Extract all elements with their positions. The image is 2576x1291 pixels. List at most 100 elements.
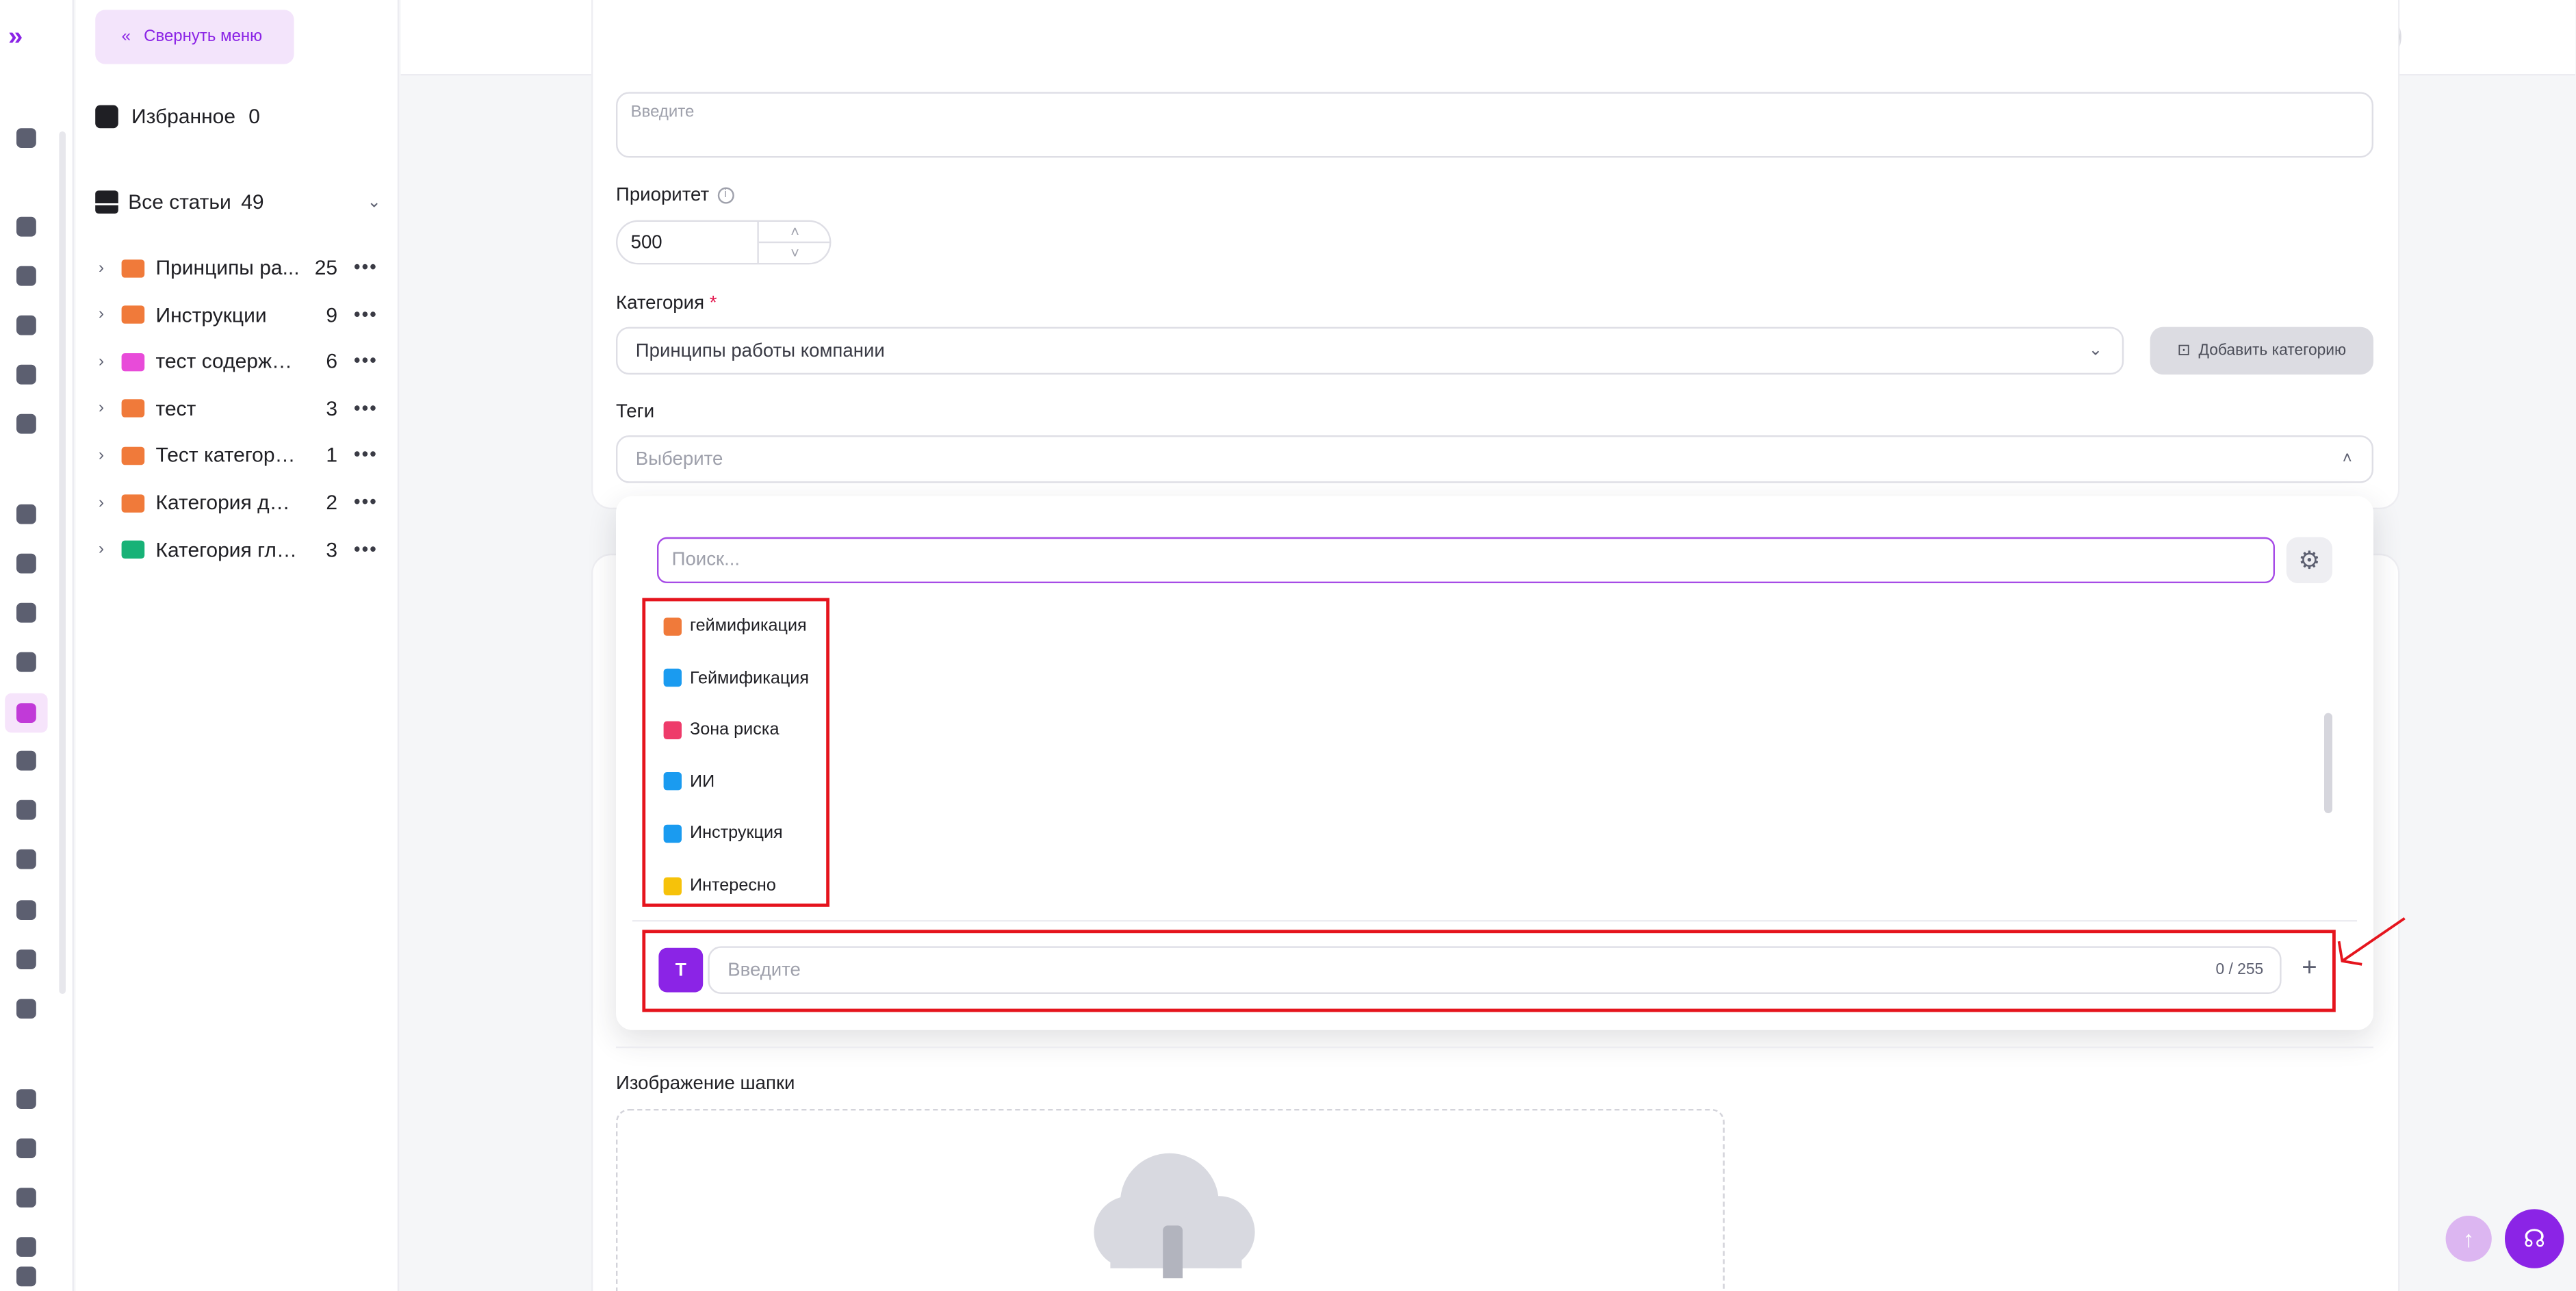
new-tag-color-avatar[interactable]: Т bbox=[658, 947, 704, 993]
folder-icon bbox=[122, 494, 144, 512]
tags-select[interactable]: Выберите ˄ bbox=[616, 435, 2374, 483]
sidebar-category-item[interactable]: › тест 3 ••• bbox=[99, 392, 378, 425]
folder-icon bbox=[122, 540, 144, 559]
sidebar-category-item[interactable]: › тест содержа... 6 ••• bbox=[99, 345, 378, 378]
all-articles-label: Все статьи bbox=[128, 190, 231, 214]
tags-dropdown: Поиск... ⚙ геймификация Геймификация Зона … bbox=[616, 496, 2374, 1030]
more-options-icon[interactable]: ••• bbox=[354, 258, 378, 278]
category-label: Категория гла... bbox=[155, 538, 300, 561]
tags-label: Теги bbox=[616, 402, 655, 422]
expand-menu-icon[interactable]: » bbox=[8, 23, 34, 53]
all-articles-count: 49 bbox=[241, 190, 264, 214]
info-icon[interactable]: i bbox=[717, 187, 734, 204]
more-options-icon[interactable]: ••• bbox=[354, 493, 378, 513]
chevron-down-icon[interactable]: ⌄ bbox=[368, 193, 381, 211]
favorites-item[interactable]: Избранное 0 bbox=[95, 105, 260, 129]
header-image-dropzone[interactable] bbox=[616, 1109, 1725, 1291]
all-articles-item[interactable]: Все статьи 49 ⌄ bbox=[95, 190, 381, 214]
shield-icon[interactable] bbox=[12, 1134, 41, 1163]
chevron-right-icon[interactable]: › bbox=[99, 541, 117, 559]
category-value: Принципы работы компании bbox=[635, 341, 885, 361]
chart-icon[interactable] bbox=[12, 212, 41, 242]
folder-icon bbox=[122, 353, 144, 371]
header-image-label: Изображение шапки bbox=[616, 1074, 795, 1095]
calendar-icon[interactable] bbox=[12, 311, 41, 340]
home-icon[interactable] bbox=[12, 123, 41, 153]
clipboard-icon[interactable] bbox=[12, 994, 41, 1023]
category-count: 9 bbox=[326, 303, 338, 327]
bookmark-box-icon bbox=[95, 105, 118, 129]
analytics-icon[interactable] bbox=[12, 409, 41, 439]
sidebar-category-item[interactable]: › Категория гла... 3 ••• bbox=[99, 533, 378, 566]
category-label: Инструкции bbox=[155, 303, 267, 327]
add-tag-plus-icon[interactable]: + bbox=[2296, 953, 2322, 986]
add-category-label: Добавить категорию bbox=[2198, 342, 2347, 360]
stepper-arrows[interactable]: ˄ ˅ bbox=[757, 222, 832, 263]
inbox-icon[interactable] bbox=[12, 895, 41, 925]
people-icon[interactable] bbox=[12, 1084, 41, 1114]
id-card-icon[interactable] bbox=[12, 1232, 41, 1262]
add-square-icon: ⊡ bbox=[2177, 342, 2191, 360]
chevron-right-icon[interactable]: › bbox=[99, 353, 117, 370]
chevron-right-icon[interactable]: › bbox=[99, 259, 117, 277]
add-category-button[interactable]: ⊡ Добавить категорию bbox=[2150, 327, 2374, 375]
category-label: Категория для... bbox=[155, 491, 300, 515]
chevron-right-icon[interactable]: › bbox=[99, 447, 117, 465]
required-mark: * bbox=[709, 294, 717, 314]
more-options-icon[interactable]: ••• bbox=[354, 399, 378, 419]
collapse-menu-button[interactable]: « Свернуть меню bbox=[95, 10, 294, 64]
scroll-top-button[interactable]: ↑ bbox=[2445, 1216, 2492, 1262]
support-headset-button[interactable]: ☊ bbox=[2505, 1209, 2564, 1268]
rail-scrollbar[interactable] bbox=[59, 131, 66, 994]
structure-icon[interactable] bbox=[12, 500, 41, 529]
more-options-icon[interactable]: ••• bbox=[354, 305, 378, 324]
trend-icon[interactable] bbox=[12, 746, 41, 776]
graduation-cap-icon[interactable] bbox=[12, 360, 41, 389]
char-counter: 0 / 255 bbox=[2215, 961, 2264, 980]
chevron-up-icon[interactable]: ˄ bbox=[759, 222, 832, 242]
more-options-icon[interactable]: ••• bbox=[354, 540, 378, 560]
sidebar-category-item[interactable]: › Тест категории... 1 ••• bbox=[99, 439, 378, 472]
more-options-icon[interactable]: ••• bbox=[354, 352, 378, 372]
schedule-icon[interactable] bbox=[12, 598, 41, 628]
chevron-right-icon[interactable]: › bbox=[99, 306, 117, 324]
collapse-menu-label: Свернуть меню bbox=[144, 27, 263, 47]
dropdown-scrollbar[interactable] bbox=[2324, 713, 2333, 813]
new-tag-input[interactable]: Введите 0 / 255 bbox=[708, 946, 2282, 994]
knowledge-base-icon[interactable] bbox=[5, 693, 48, 733]
tags-placeholder: Выберите bbox=[635, 449, 723, 470]
priority-label-row: Приоритет i bbox=[616, 186, 734, 205]
sidebar-category-item[interactable]: › Категория для... 2 ••• bbox=[99, 486, 378, 519]
favorites-count: 0 bbox=[248, 105, 260, 129]
icon-rail: » bbox=[0, 0, 75, 1291]
description-textarea[interactable]: Введите bbox=[616, 92, 2374, 158]
chevron-down-icon[interactable]: ˅ bbox=[758, 241, 832, 263]
tasks-icon[interactable] bbox=[12, 648, 41, 677]
category-select[interactable]: Принципы работы компании ⌄ bbox=[616, 327, 2124, 375]
annotation-arrow-icon bbox=[2337, 917, 2406, 966]
team-icon[interactable] bbox=[12, 549, 41, 578]
chevron-down-icon: ⌄ bbox=[2088, 342, 2102, 360]
more-options-icon[interactable]: ••• bbox=[354, 446, 378, 465]
sidebar-category-item[interactable]: › Инструкции 9 ••• bbox=[99, 298, 378, 331]
chevron-right-icon[interactable]: › bbox=[99, 494, 117, 511]
chevron-right-icon[interactable]: › bbox=[99, 400, 117, 418]
sliders-icon[interactable] bbox=[12, 1262, 41, 1291]
priority-stepper[interactable]: 500 ˄ ˅ bbox=[616, 220, 832, 265]
list-icon[interactable] bbox=[12, 261, 41, 291]
new-tag-placeholder: Введите bbox=[727, 960, 801, 980]
category-count: 1 bbox=[326, 444, 338, 468]
folder-icon bbox=[122, 399, 144, 418]
category-label-row: Категория * bbox=[616, 294, 717, 314]
sidebar-category-item[interactable]: › Принципы ра... 25 ••• bbox=[99, 251, 378, 284]
tags-search-input[interactable]: Поиск... bbox=[657, 537, 2276, 584]
gear-icon[interactable]: ⚙ bbox=[2286, 537, 2333, 584]
document-icon[interactable] bbox=[12, 845, 41, 874]
idea-icon[interactable] bbox=[12, 795, 41, 825]
highlight-box-tag-list bbox=[642, 598, 829, 907]
briefcase-icon[interactable] bbox=[12, 945, 41, 974]
folder-icon bbox=[122, 446, 144, 465]
bag-icon[interactable] bbox=[12, 1183, 41, 1212]
priority-label: Приоритет bbox=[616, 186, 710, 205]
category-count: 2 bbox=[326, 491, 338, 515]
